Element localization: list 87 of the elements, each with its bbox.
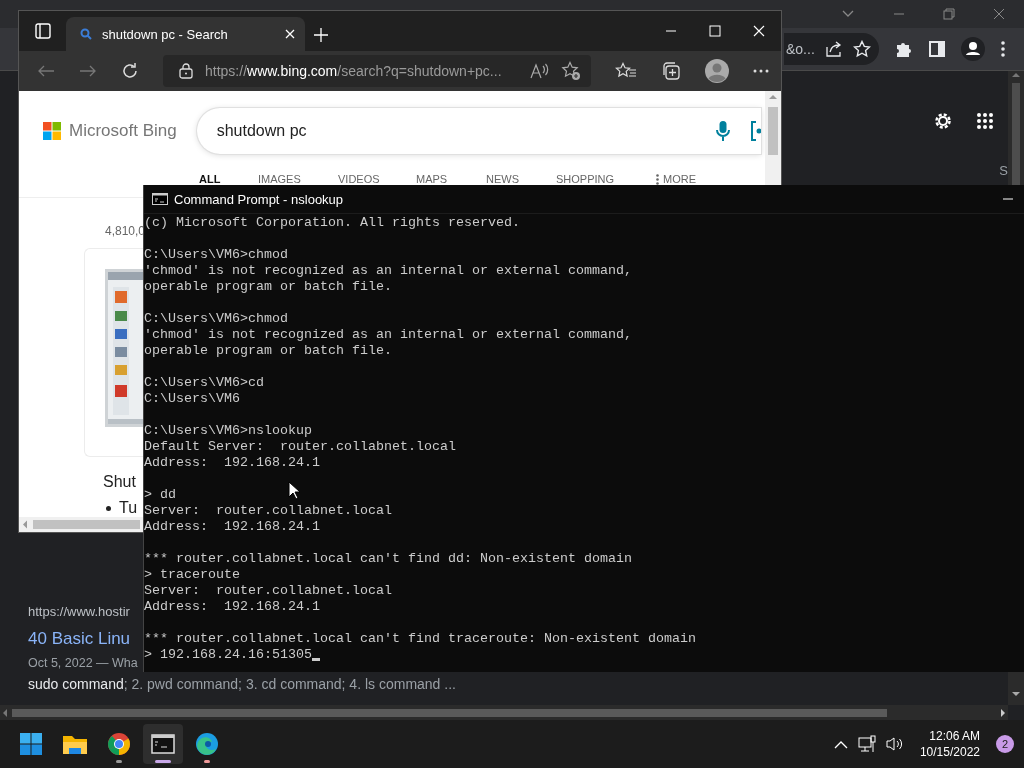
- bing-logo[interactable]: Microsoft Bing: [43, 121, 177, 141]
- microphone-icon[interactable]: [716, 120, 730, 142]
- more-dots-icon: [656, 173, 659, 185]
- terminal-line: C:\Users\VM6>chmod: [144, 247, 288, 263]
- horizontal-scrollbar[interactable]: [0, 705, 1008, 720]
- terminal-line: C:\Users\VM6>nslookup: [144, 423, 312, 439]
- text-cursor-icon: [311, 658, 320, 661]
- maximize-icon[interactable]: [709, 25, 721, 37]
- notification-badge[interactable]: 2: [996, 735, 1014, 753]
- search-tab[interactable]: MAPS: [416, 172, 486, 186]
- search-tab[interactable]: NEWS: [486, 172, 556, 186]
- bullet-icon: [106, 505, 111, 511]
- star-icon[interactable]: [852, 40, 871, 58]
- new-tab-icon[interactable]: [314, 28, 328, 42]
- network-icon[interactable]: [857, 735, 876, 753]
- read-aloud-icon[interactable]: [529, 62, 549, 80]
- search-tab[interactable]: ALL: [199, 172, 258, 186]
- search-tab[interactable]: IMAGES: [258, 172, 338, 186]
- terminal-line: *** router.collabnet.local can't find traceroute: Non-existent domain: [144, 631, 696, 647]
- terminal-icon: [152, 193, 168, 205]
- terminal-line: *** router.collabnet.local can't find dd: Non-existent domain: [144, 551, 632, 567]
- terminal-line: operable program or batch file.: [144, 279, 392, 295]
- mouse-cursor-icon: [288, 481, 300, 500]
- terminal-line: Address: 192.168.24.1: [144, 455, 320, 471]
- result-title-link[interactable]: 40 Basic Linu: [28, 629, 131, 649]
- profile-icon[interactable]: [960, 37, 985, 61]
- terminal-line: > 192.168.24.16:51305: [144, 647, 312, 663]
- settings-icon[interactable]: [932, 110, 954, 132]
- search-tab[interactable]: MORE: [656, 172, 716, 186]
- side-panel-icon[interactable]: [928, 41, 945, 57]
- back-icon[interactable]: [37, 64, 55, 78]
- taskbar-app-button[interactable]: [143, 724, 183, 764]
- browser-tab[interactable]: shutdown pc - Search: [66, 17, 305, 51]
- profile-avatar-icon[interactable]: [705, 59, 729, 83]
- terminal-line: Address: 192.168.24.1: [144, 599, 320, 615]
- terminal-line: Address: 192.168.24.1: [144, 519, 320, 535]
- result-card[interactable]: [84, 247, 143, 457]
- lock-icon: [179, 63, 193, 79]
- share-icon[interactable]: [824, 41, 843, 57]
- add-favorite-icon[interactable]: [561, 61, 581, 81]
- edge-logo-icon: [195, 732, 219, 756]
- restore-icon[interactable]: [943, 8, 955, 20]
- terminal-line: Server: router.collabnet.local: [144, 583, 392, 599]
- terminal-icon: [151, 733, 175, 755]
- chrome-logo-icon: [107, 732, 131, 756]
- url-text: &o...: [786, 41, 815, 57]
- window-title: Command Prompt - nslookup: [174, 191, 345, 207]
- terminal-line: Server: router.collabnet.local: [144, 503, 392, 519]
- scroll-down-icon[interactable]: [1011, 690, 1021, 698]
- more-menu-icon[interactable]: [753, 69, 769, 73]
- search-icon: [80, 28, 92, 40]
- forward-icon[interactable]: [79, 64, 97, 78]
- tab-actions-icon[interactable]: [34, 23, 51, 39]
- terminal-line: C:\Users\VM6: [144, 391, 240, 407]
- refresh-icon[interactable]: [121, 62, 139, 80]
- terminal-line: Default Server: router.collabnet.local: [144, 439, 456, 455]
- volume-icon[interactable]: [885, 736, 904, 752]
- terminal-line: > dd: [144, 487, 176, 503]
- address-bar[interactable]: https://www.bing.com/search?q=shutdown+pc...: [163, 55, 591, 87]
- result-url: https://www.hostir: [28, 604, 130, 619]
- result-snippet: sudo command; 2. pwd command; 3. cd command; 4. ls command ...: [28, 676, 456, 692]
- terminal-line: > traceroute: [144, 567, 240, 583]
- collections-icon[interactable]: [661, 61, 681, 81]
- favorites-icon[interactable]: [615, 62, 637, 80]
- visual-search-icon[interactable]: [750, 120, 761, 142]
- terminal-line: C:\Users\VM6>chmod: [144, 311, 288, 327]
- more-menu-icon[interactable]: [1000, 41, 1005, 57]
- folder-icon: [62, 733, 88, 755]
- scroll-right-icon[interactable]: [998, 707, 1008, 718]
- heading-text: S: [999, 163, 1008, 178]
- search-tab[interactable]: VIDEOS: [338, 172, 416, 186]
- puzzle-icon[interactable]: [894, 40, 913, 58]
- address-bar[interactable]: &o...: [784, 33, 879, 65]
- chevron-up-icon[interactable]: [833, 739, 848, 749]
- caret-down-icon[interactable]: [841, 9, 855, 19]
- terminal-line: 'chmod' is not recognized as an internal or external command,: [144, 327, 632, 343]
- search-field[interactable]: shutdown pc: [196, 108, 761, 154]
- apps-grid-icon[interactable]: [976, 112, 994, 130]
- windows-logo-icon: [19, 732, 43, 756]
- bullet-text: Tu: [119, 499, 138, 517]
- terminal-line: C:\Users\VM6>cd: [144, 375, 264, 391]
- terminal-line: (c) Microsoft Corporation. All rights reserved.: [144, 215, 520, 231]
- search-tab[interactable]: SHOPPING: [556, 172, 656, 186]
- result-date: Oct 5, 2022 — Wha: [28, 656, 138, 670]
- terminal-line: 'chmod' is not recognized as an internal or external command,: [144, 263, 632, 279]
- clock[interactable]: 12:06 AM 10/15/2022: [913, 729, 986, 759]
- terminal-line: operable program or batch file.: [144, 343, 392, 359]
